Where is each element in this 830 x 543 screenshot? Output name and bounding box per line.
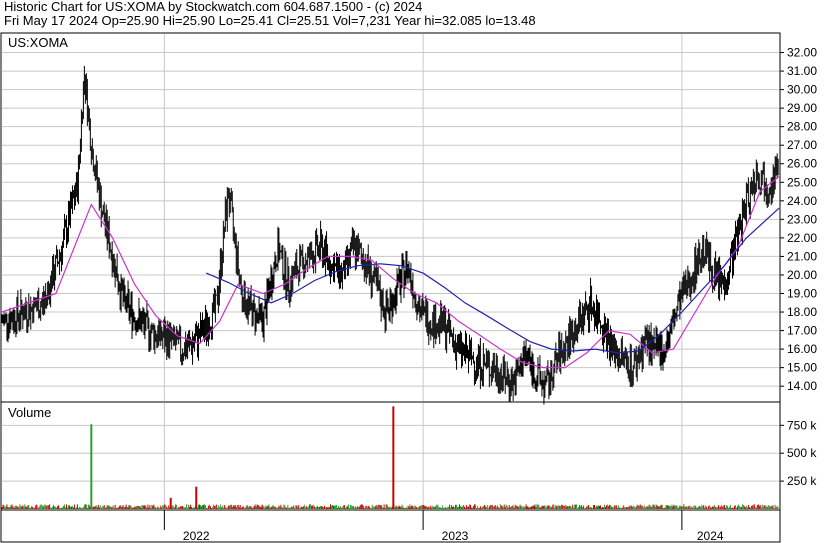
- volume-tick-label: 250 k: [787, 474, 817, 488]
- price-tick-label: 20.00: [787, 268, 817, 282]
- price-tick-label: 31.00: [787, 64, 817, 78]
- price-tick-label: 18.00: [787, 305, 817, 319]
- price-tick-label: 19.00: [787, 286, 817, 300]
- price-series: [1, 65, 779, 405]
- x-tick-label: 2024: [697, 529, 724, 543]
- volume-bars: [1, 406, 779, 509]
- price-tick-label: 15.00: [787, 361, 817, 375]
- price-tick-label: 32.00: [787, 46, 817, 60]
- price-panel-frame: [0, 32, 781, 403]
- price-tick-label: 30.00: [787, 83, 817, 97]
- x-tick-label: 2023: [442, 529, 469, 543]
- price-tick-label: 25.00: [787, 175, 817, 189]
- x-tick-label: 2022: [183, 529, 210, 543]
- grid: [2, 34, 779, 509]
- symbol-label: US:XOMA: [8, 35, 68, 50]
- price-tick-label: 17.00: [787, 324, 817, 338]
- price-tick-label: 26.00: [787, 157, 817, 171]
- price-tick-label: 29.00: [787, 101, 817, 115]
- price-tick-label: 28.00: [787, 120, 817, 134]
- stock-chart: 14.00 15.00 16.00 17.00 18.00 19.00 20.00 21.00…: [0, 32, 817, 543]
- price-tick-label: 16.00: [787, 342, 817, 356]
- volume-label: Volume: [8, 405, 51, 420]
- price-tick-label: 22.00: [787, 231, 817, 245]
- volume-tick-label: 500 k: [787, 446, 817, 460]
- price-tick-label: 23.00: [787, 212, 817, 226]
- price-tick-label: 27.00: [787, 138, 817, 152]
- volume-tick-label: 750 k: [787, 418, 817, 432]
- price-tick-label: 21.00: [787, 249, 817, 263]
- volume-panel-frame: [0, 401, 781, 511]
- x-axis-strip: [0, 509, 781, 543]
- price-tick-label: 24.00: [787, 194, 817, 208]
- price-tick-label: 14.00: [787, 379, 817, 393]
